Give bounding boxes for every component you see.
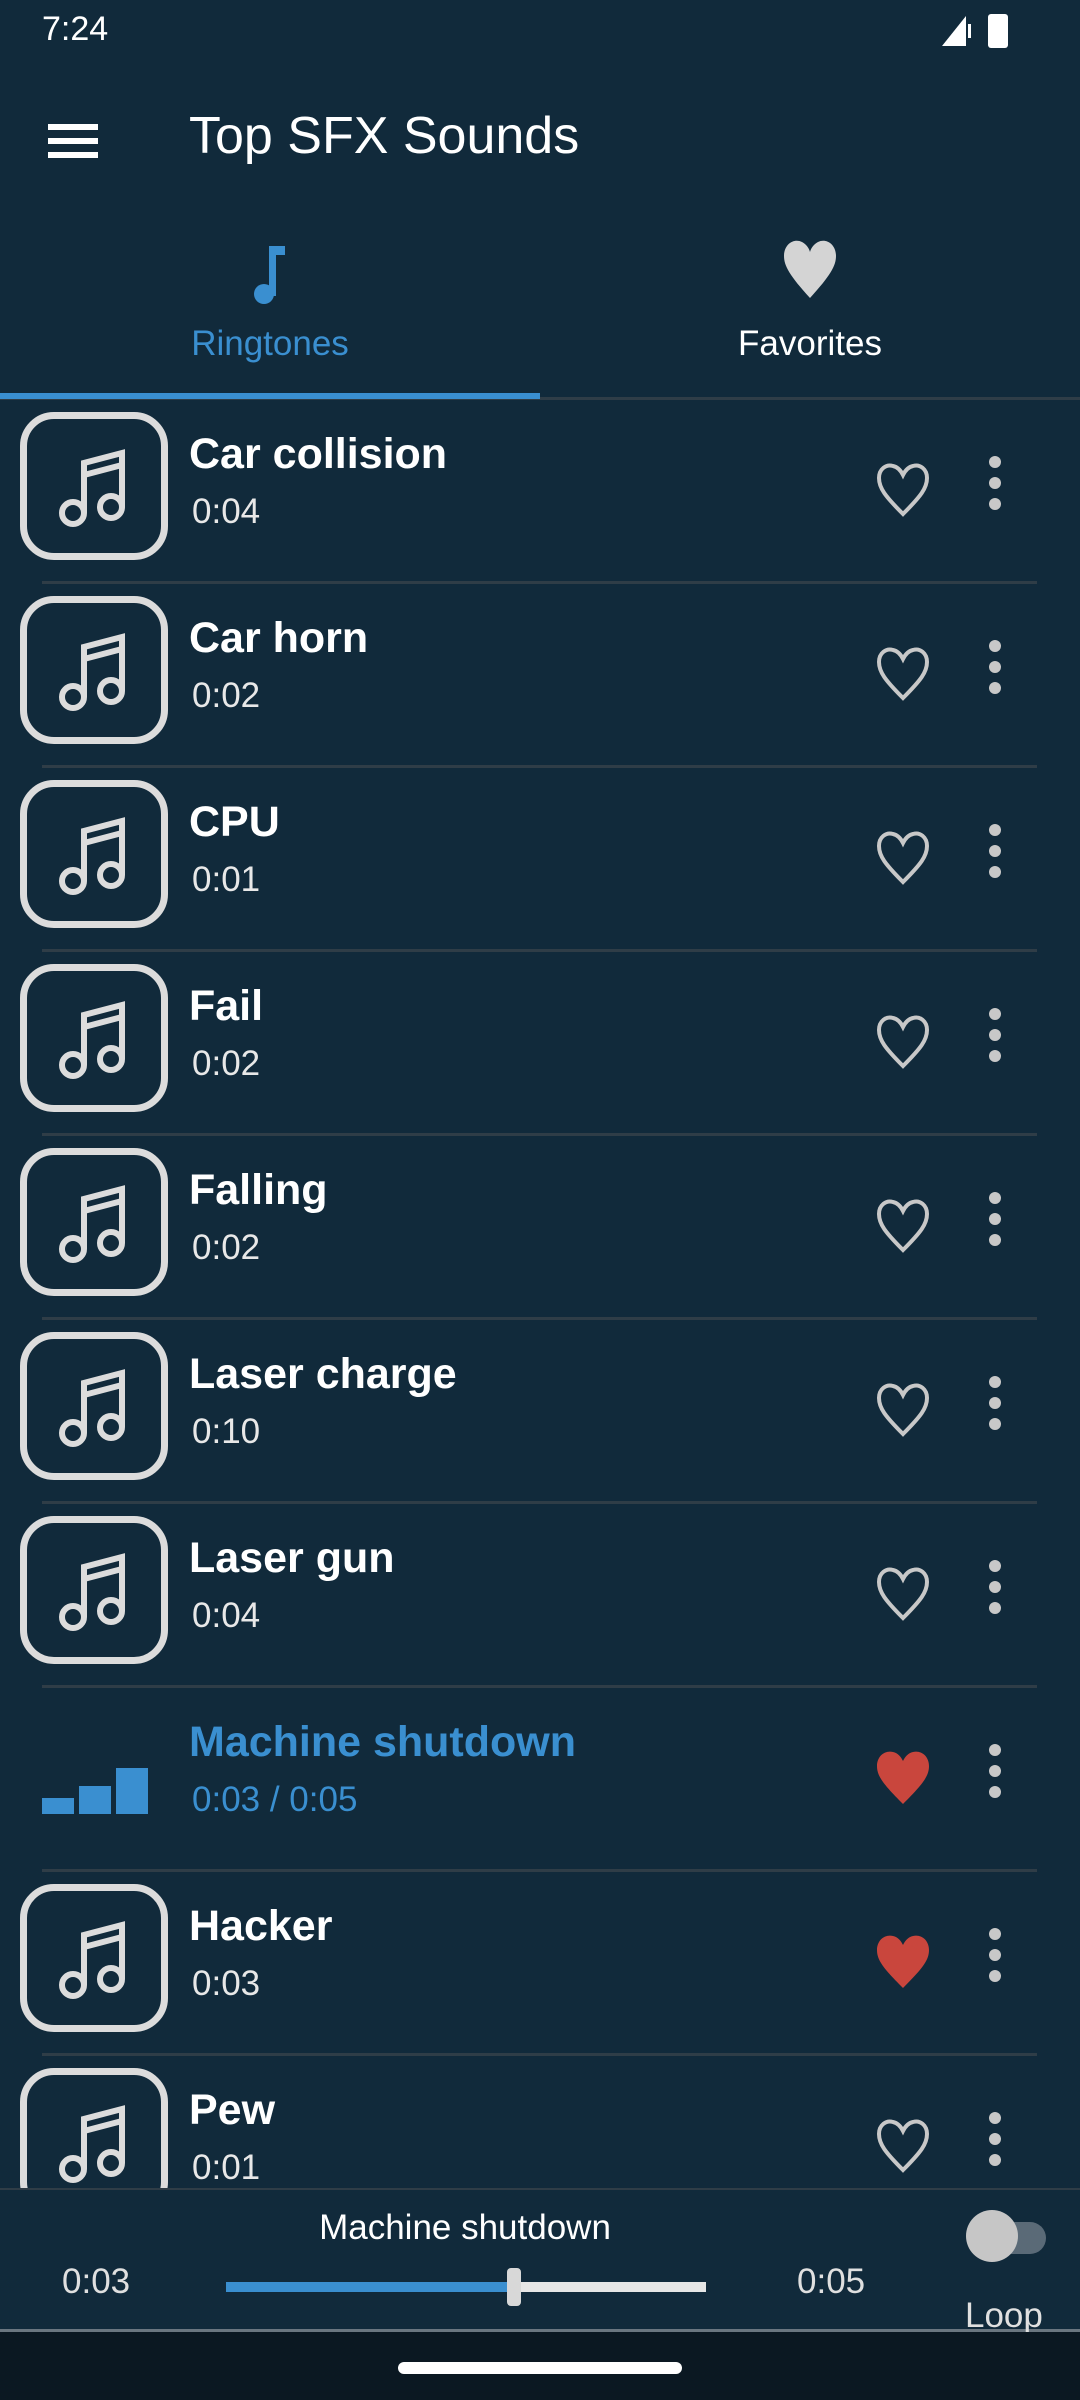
sound-duration: 0:04 [192, 1596, 261, 1635]
page-title: Top SFX Sounds [189, 107, 580, 165]
player-title: Machine shutdown [319, 2208, 611, 2247]
heart-icon [784, 240, 836, 298]
tab-favorites[interactable]: Favorites [540, 216, 1080, 400]
list-item[interactable]: Pew 0:01 [0, 2056, 1080, 2188]
tab-indicator [0, 393, 540, 399]
loop-toggle[interactable] [966, 2210, 1050, 2262]
music-note-icon [59, 1553, 125, 1631]
sound-thumbnail [20, 2068, 168, 2188]
more-options-icon[interactable] [980, 1008, 1010, 1078]
sound-thumbnail [20, 780, 168, 928]
music-note-icon [59, 633, 125, 711]
list-item[interactable]: Hacker 0:03 [0, 1872, 1080, 2056]
more-options-icon[interactable] [980, 640, 1010, 710]
more-options-icon[interactable] [980, 1744, 1010, 1814]
more-options-icon[interactable] [980, 1928, 1010, 1998]
sound-thumbnail [20, 1332, 168, 1480]
heart-outline-icon[interactable] [875, 646, 931, 702]
battery-icon [988, 14, 1008, 48]
sound-duration: 0:02 [192, 1044, 261, 1083]
tab-bar: Ringtones Favorites [0, 216, 1080, 400]
seek-progress [226, 2282, 514, 2292]
more-options-icon[interactable] [980, 824, 1010, 894]
loop-label: Loop [965, 2296, 1043, 2335]
heart-outline-icon[interactable] [875, 1566, 931, 1622]
sound-duration: 0:10 [192, 1412, 261, 1451]
player-current-time: 0:03 [62, 2262, 131, 2301]
music-note-icon [254, 246, 285, 304]
status-bar: 7:24 [0, 0, 1080, 60]
music-note-icon [59, 449, 125, 527]
heart-outline-icon[interactable] [875, 1382, 931, 1438]
sound-name: Machine shutdown [189, 1718, 576, 1766]
music-note-icon [59, 1369, 125, 1447]
tab-ringtones[interactable]: Ringtones [0, 216, 540, 400]
more-options-icon[interactable] [980, 2112, 1010, 2182]
status-time: 7:24 [42, 10, 109, 48]
list-item[interactable]: Machine shutdown 0:03 / 0:05 [0, 1688, 1080, 1872]
list-item[interactable]: Car collision 0:04 [0, 400, 1080, 584]
sound-duration: 0:01 [192, 860, 261, 899]
heart-outline-icon[interactable] [875, 462, 931, 518]
sound-thumbnail [20, 964, 168, 1112]
seek-thumb[interactable] [507, 2268, 521, 2306]
sound-list[interactable]: Car collision 0:04 Car horn 0:02 CPU 0:01 Fail… [0, 400, 1080, 2188]
heart-outline-icon[interactable] [875, 1014, 931, 1070]
sound-duration: 0:03 / 0:05 [192, 1780, 358, 1819]
player-total-time: 0:05 [797, 2262, 866, 2301]
music-note-icon [59, 817, 125, 895]
sound-thumbnail [20, 596, 168, 744]
seek-slider[interactable] [226, 2268, 706, 2306]
sound-thumbnail [20, 1148, 168, 1296]
sound-thumbnail [20, 412, 168, 560]
list-item[interactable]: Car horn 0:02 [0, 584, 1080, 768]
heart-filled-icon[interactable] [875, 1934, 931, 1990]
navigation-bar [0, 2332, 1080, 2400]
sound-name: Laser charge [189, 1350, 457, 1398]
sound-name: Hacker [189, 1902, 333, 1950]
more-options-icon[interactable] [980, 456, 1010, 526]
more-options-icon[interactable] [980, 1192, 1010, 1262]
toolbar: Top SFX Sounds [0, 60, 1080, 216]
equalizer-icon [42, 1768, 148, 1814]
music-note-icon [59, 1001, 125, 1079]
music-note-icon [59, 2105, 125, 2183]
sound-name: Laser gun [189, 1534, 395, 1582]
list-item[interactable]: Falling 0:02 [0, 1136, 1080, 1320]
list-item[interactable]: CPU 0:01 [0, 768, 1080, 952]
sound-duration: 0:01 [192, 2148, 261, 2187]
signal-icon [942, 16, 971, 46]
sound-duration: 0:02 [192, 676, 261, 715]
sound-thumbnail [20, 1516, 168, 1664]
hamburger-menu-icon[interactable] [48, 124, 98, 158]
player-bar: Machine shutdown 0:03 0:05 Loop [0, 2188, 1080, 2335]
sound-thumbnail [20, 1884, 168, 2032]
music-note-icon [59, 1185, 125, 1263]
list-item[interactable]: Fail 0:02 [0, 952, 1080, 1136]
sound-name: Falling [189, 1166, 328, 1214]
sound-name: CPU [189, 798, 280, 846]
heart-outline-icon[interactable] [875, 2118, 931, 2174]
tab-label: Favorites [738, 324, 882, 363]
tab-label: Ringtones [191, 324, 349, 363]
sound-duration: 0:03 [192, 1964, 261, 2003]
more-options-icon[interactable] [980, 1560, 1010, 1630]
sound-duration: 0:04 [192, 492, 261, 531]
list-item[interactable]: Laser gun 0:04 [0, 1504, 1080, 1688]
heart-filled-icon[interactable] [875, 1750, 931, 1806]
heart-outline-icon[interactable] [875, 830, 931, 886]
sound-name: Car horn [189, 614, 369, 662]
list-item[interactable]: Laser charge 0:10 [0, 1320, 1080, 1504]
sound-name: Fail [189, 982, 264, 1030]
more-options-icon[interactable] [980, 1376, 1010, 1446]
music-note-icon [59, 1921, 125, 1999]
sound-duration: 0:02 [192, 1228, 261, 1267]
sound-name: Pew [189, 2086, 276, 2134]
sound-name: Car collision [189, 430, 448, 478]
home-handle[interactable] [398, 2362, 682, 2374]
heart-outline-icon[interactable] [875, 1198, 931, 1254]
